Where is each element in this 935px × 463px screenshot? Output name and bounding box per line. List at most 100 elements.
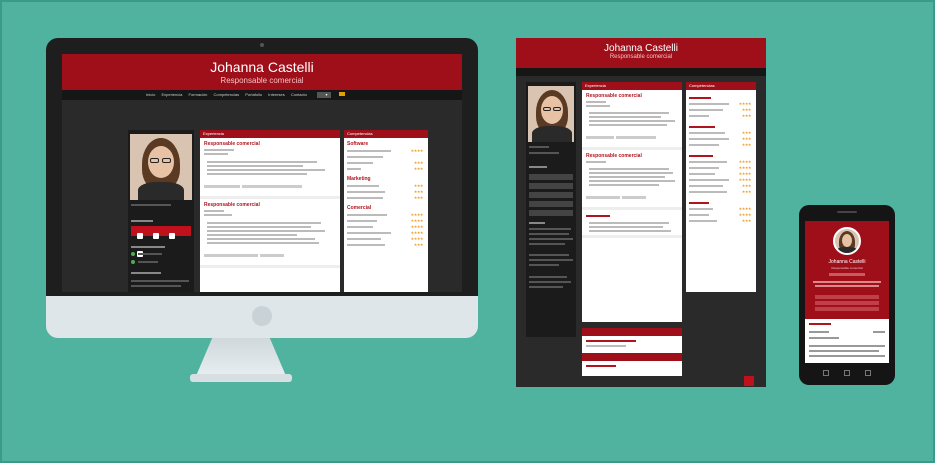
skill-group-comercial: Comercial xyxy=(347,205,372,211)
star-rating-icon: ★★★ xyxy=(741,113,752,118)
star-rating-icon: ★★★★ xyxy=(410,218,424,223)
phone-icon[interactable] xyxy=(153,233,159,239)
nav-item-competencias[interactable]: Competencias xyxy=(214,92,240,97)
star-rating-icon: ★★★ xyxy=(741,130,752,135)
speaker-icon xyxy=(837,211,857,213)
sidebar-text-line xyxy=(138,253,162,255)
contact-button-row xyxy=(131,226,191,257)
star-rating-icon: ★★★★ xyxy=(738,206,752,211)
nav-item-inicio[interactable]: Inicio xyxy=(146,92,155,97)
star-rating-icon: ★★★ xyxy=(413,189,424,194)
phone-nav-bar xyxy=(823,370,871,376)
sidebar-text-line xyxy=(138,261,158,263)
avatar xyxy=(833,227,861,255)
back-icon[interactable] xyxy=(823,370,829,376)
tablet-sidebar xyxy=(526,82,576,337)
tag-chip xyxy=(204,254,258,257)
language-select[interactable]: ▾ xyxy=(316,92,331,98)
profile-photo xyxy=(130,134,192,200)
tag-chip xyxy=(242,185,302,188)
sidebar-text-line xyxy=(131,280,189,282)
desktop-sidebar xyxy=(128,130,194,292)
job-title: Responsable comercial xyxy=(204,141,260,147)
recent-apps-icon[interactable] xyxy=(865,370,871,376)
skills-header: Competencias xyxy=(686,82,756,90)
email-icon[interactable] xyxy=(137,233,143,239)
sidebar-heading-line xyxy=(131,246,165,248)
monitor-chin xyxy=(46,296,478,338)
nav-item-experiencia[interactable]: Experiencia xyxy=(161,92,182,97)
experience-entry: Responsable comercial xyxy=(582,150,682,210)
contact-button[interactable] xyxy=(529,210,573,216)
nav-item-intereses[interactable]: Intereses xyxy=(268,92,284,97)
sidebar-text-line xyxy=(131,204,171,206)
phone-header: Johanna Castelli Responsable comercial xyxy=(805,221,889,319)
skills-column: Competencias Software ★★★★ ★★★ ★★★ Marke… xyxy=(344,130,428,292)
star-rating-icon: ★★★★ xyxy=(410,212,424,217)
star-rating-icon: ★★★ xyxy=(741,189,752,194)
star-rating-icon: ★★★★ xyxy=(738,101,752,106)
nav-item-formacion[interactable]: Formación xyxy=(189,92,208,97)
status-dot-icon xyxy=(131,252,135,256)
tablet-education-column xyxy=(582,328,682,376)
star-rating-icon: ★★★★ xyxy=(410,224,424,229)
skills-header: Competencias xyxy=(344,130,428,138)
phone-subtitle: Responsable comercial xyxy=(831,266,863,270)
menu-button[interactable] xyxy=(815,307,879,311)
page-subtitle: Responsable comercial xyxy=(220,76,304,85)
tablet-subnav xyxy=(516,68,766,76)
experience-entry: Responsable comercial xyxy=(582,90,682,150)
home-icon[interactable] xyxy=(844,370,850,376)
job-title: Responsable comercial xyxy=(586,153,642,159)
phone-title: Johanna Castelli xyxy=(828,259,866,265)
star-rating-icon: ★★★ xyxy=(741,183,752,188)
star-rating-icon: ★★★ xyxy=(413,183,424,188)
call-icon[interactable] xyxy=(169,233,175,239)
tablet-experience-column: Experiencia Responsable comercial Respon… xyxy=(582,82,682,322)
star-rating-icon: ★★★★ xyxy=(738,177,752,182)
skill-row: ★★★ xyxy=(347,242,425,248)
star-rating-icon: ★★★ xyxy=(413,242,424,247)
nav-item-portafolio[interactable]: Portafolio xyxy=(245,92,262,97)
experience-header: Experiencia xyxy=(200,130,340,138)
star-rating-icon: ★★★★ xyxy=(738,171,752,176)
page-title: Johanna Castelli xyxy=(210,59,314,75)
contact-button[interactable] xyxy=(529,183,573,189)
flag-icon[interactable] xyxy=(338,92,345,96)
star-rating-icon: ★★★★ xyxy=(410,148,424,153)
phone-screen: Johanna Castelli Responsable comercial xyxy=(805,221,889,363)
skill-row: ★★★ xyxy=(347,166,425,172)
sidebar-heading-line xyxy=(131,220,153,222)
apple-logo-icon xyxy=(252,306,272,326)
monitor-foot xyxy=(190,374,292,382)
star-rating-icon: ★★★ xyxy=(413,160,424,165)
tablet-title: Johanna Castelli xyxy=(604,43,678,54)
menu-button[interactable] xyxy=(815,301,879,305)
tag-chip xyxy=(204,185,240,188)
tag-chip xyxy=(260,254,284,257)
star-rating-icon: ★★★★ xyxy=(410,236,424,241)
skill-group-marketing: Marketing xyxy=(347,176,371,182)
scroll-top-button[interactable] xyxy=(744,376,754,386)
status-dot-icon xyxy=(131,260,135,264)
star-rating-icon: ★★★★ xyxy=(410,230,424,235)
monitor-stand xyxy=(196,338,286,376)
star-rating-icon: ★★★★ xyxy=(738,159,752,164)
tablet-subtitle: Responsable comercial xyxy=(609,54,673,60)
nav-item-contacto[interactable]: Contacto xyxy=(291,92,307,97)
contact-button[interactable] xyxy=(529,174,573,180)
tablet-skills-column: Competencias ★★★★ ★★★ ★★★ ★★★ ★★★ ★★★ ★★… xyxy=(686,82,756,292)
star-rating-icon: ★★★ xyxy=(741,142,752,147)
experience-entry: Responsable comercial xyxy=(200,138,340,199)
experience-entry: Responsable comercial xyxy=(200,199,340,268)
desktop-nav: Inicio Experiencia Formación Competencia… xyxy=(62,90,462,100)
contact-button[interactable] xyxy=(529,201,573,207)
menu-button[interactable] xyxy=(815,295,879,299)
experience-entry xyxy=(582,210,682,238)
skill-row: ★★★★ xyxy=(347,148,425,154)
tablet-screen: Johanna Castelli Responsable comercial E… xyxy=(516,38,766,387)
sidebar-heading-line xyxy=(131,272,161,274)
contact-button[interactable] xyxy=(529,192,573,198)
star-rating-icon: ★★★ xyxy=(741,218,752,223)
star-rating-icon: ★★★★ xyxy=(738,212,752,217)
